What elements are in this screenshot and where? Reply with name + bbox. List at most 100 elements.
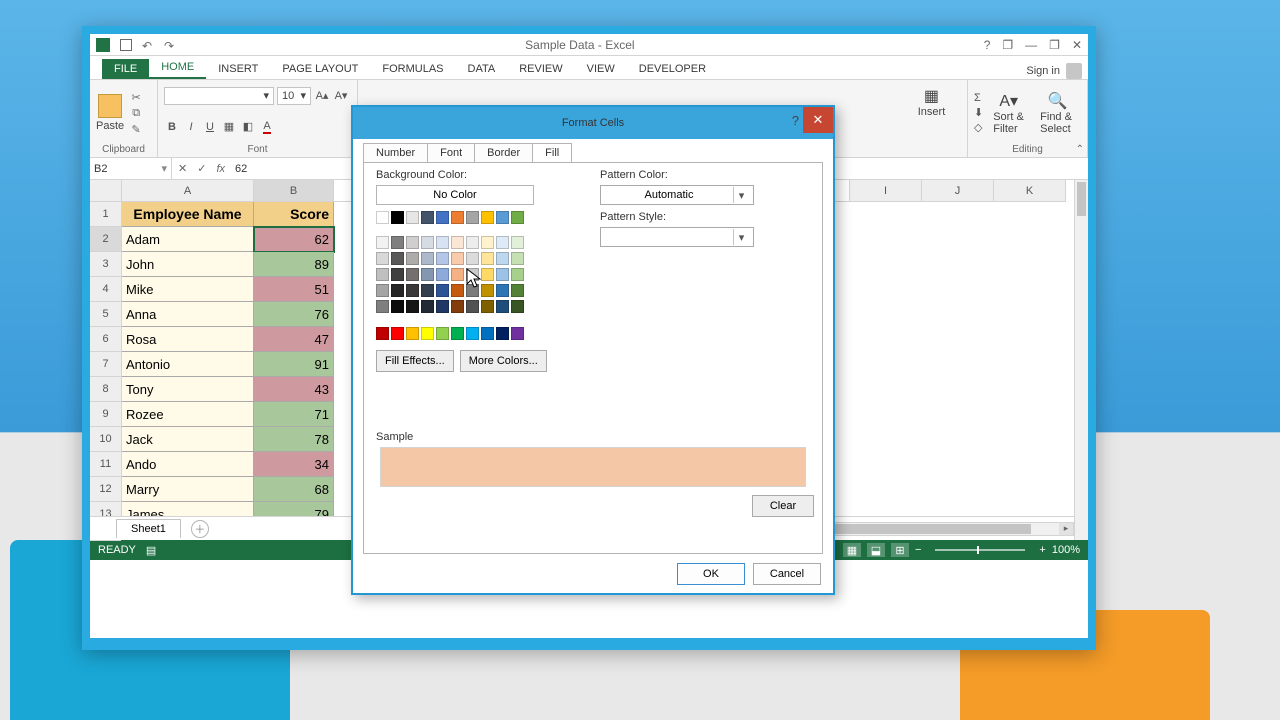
cut-icon[interactable]: ✂	[128, 90, 144, 104]
color-swatch[interactable]	[391, 268, 404, 281]
more-colors-button[interactable]: More Colors...	[460, 350, 547, 372]
color-swatch[interactable]	[406, 268, 419, 281]
cell-name[interactable]: Antonio	[122, 352, 254, 377]
row-header[interactable]: 3	[90, 252, 121, 277]
color-swatch[interactable]	[421, 211, 434, 224]
cell-name[interactable]: Tony	[122, 377, 254, 402]
color-swatch[interactable]	[436, 300, 449, 313]
row-header[interactable]: 7	[90, 352, 121, 377]
color-swatch[interactable]	[466, 327, 479, 340]
color-swatch[interactable]	[466, 268, 479, 281]
cell-score[interactable]: 68	[254, 477, 334, 502]
cell-name[interactable]: Mike	[122, 277, 254, 302]
copy-icon[interactable]: ⧉	[128, 106, 144, 120]
sort-filter-button[interactable]: A▾Sort & Filter	[987, 87, 1030, 139]
sheet-tab[interactable]: Sheet1	[116, 519, 181, 538]
row-header[interactable]: 9	[90, 402, 121, 427]
color-swatch[interactable]	[451, 252, 464, 265]
collapse-ribbon-icon[interactable]: ⌃	[1076, 144, 1084, 155]
border-button[interactable]: ▦	[221, 119, 237, 135]
tab-data[interactable]: DATA	[456, 59, 508, 79]
bold-button[interactable]: B	[164, 119, 180, 135]
fill-color-button[interactable]: ◧	[240, 119, 256, 135]
color-swatch[interactable]	[481, 284, 494, 297]
shrink-font-icon[interactable]: A▾	[333, 88, 349, 104]
color-swatch[interactable]	[481, 268, 494, 281]
pattern-style-combo[interactable]: ▾	[600, 227, 754, 247]
tab-home[interactable]: HOME	[149, 57, 206, 79]
color-swatch[interactable]	[391, 211, 404, 224]
color-swatch[interactable]	[481, 211, 494, 224]
row-header[interactable]: 1	[90, 202, 121, 227]
grow-font-icon[interactable]: A▴	[314, 88, 330, 104]
color-swatch[interactable]	[421, 236, 434, 249]
page-break-view-icon[interactable]: ⊞	[891, 543, 909, 557]
color-swatch[interactable]	[481, 327, 494, 340]
row-header[interactable]: 6	[90, 327, 121, 352]
zoom-in-icon[interactable]: +	[1039, 544, 1045, 556]
color-swatch[interactable]	[511, 300, 524, 313]
row-header[interactable]: 4	[90, 277, 121, 302]
tab-font[interactable]: Font	[427, 143, 475, 162]
scroll-right-icon[interactable]: ▸	[1059, 523, 1073, 535]
normal-view-icon[interactable]: ▦	[843, 543, 861, 557]
cell-score[interactable]: 47	[254, 327, 334, 352]
tab-review[interactable]: REVIEW	[507, 59, 574, 79]
color-swatch[interactable]	[376, 252, 389, 265]
color-swatch[interactable]	[421, 252, 434, 265]
color-swatch[interactable]	[466, 252, 479, 265]
help-icon[interactable]: ?	[984, 38, 991, 52]
color-swatch[interactable]	[376, 236, 389, 249]
header-cell-score[interactable]: Score	[254, 202, 334, 227]
cell-name[interactable]: Ando	[122, 452, 254, 477]
dialog-help-icon[interactable]: ?	[792, 113, 799, 128]
tab-border[interactable]: Border	[474, 143, 533, 162]
color-swatch[interactable]	[391, 284, 404, 297]
paste-button[interactable]: Paste	[96, 94, 124, 132]
no-color-button[interactable]: No Color	[376, 185, 534, 205]
color-swatch[interactable]	[436, 236, 449, 249]
color-swatch[interactable]	[481, 300, 494, 313]
cell-score[interactable]: 62	[254, 227, 334, 252]
color-swatch[interactable]	[496, 327, 509, 340]
tab-fill[interactable]: Fill	[532, 143, 572, 162]
color-swatch[interactable]	[406, 252, 419, 265]
color-swatch[interactable]	[481, 236, 494, 249]
col-header[interactable]: J	[922, 180, 994, 202]
ribbon-options-icon[interactable]: ❐	[1002, 38, 1013, 52]
formula-value[interactable]: 62	[235, 163, 247, 175]
color-swatch[interactable]	[436, 284, 449, 297]
ok-button[interactable]: OK	[677, 563, 745, 585]
color-swatch[interactable]	[496, 211, 509, 224]
row-header[interactable]: 12	[90, 477, 121, 502]
close-button[interactable]: ✕	[1072, 38, 1082, 52]
color-swatch[interactable]	[436, 211, 449, 224]
minimize-button[interactable]: —	[1025, 38, 1037, 52]
row-header[interactable]: 5	[90, 302, 121, 327]
color-swatch[interactable]	[406, 284, 419, 297]
color-swatch[interactable]	[466, 211, 479, 224]
cell-name[interactable]: Anna	[122, 302, 254, 327]
tab-developer[interactable]: DEVELOPER	[627, 59, 718, 79]
color-swatch[interactable]	[511, 211, 524, 224]
zoom-level[interactable]: 100%	[1052, 544, 1080, 556]
name-box[interactable]: B2 ▾	[90, 158, 172, 179]
col-header[interactable]: I	[850, 180, 922, 202]
color-swatch[interactable]	[451, 268, 464, 281]
color-swatch[interactable]	[406, 300, 419, 313]
col-header[interactable]: A	[122, 180, 254, 202]
cell-score[interactable]: 34	[254, 452, 334, 477]
color-swatch[interactable]	[451, 284, 464, 297]
color-swatch[interactable]	[496, 236, 509, 249]
color-swatch[interactable]	[376, 327, 389, 340]
tab-file[interactable]: FILE	[102, 59, 149, 79]
color-swatch[interactable]	[451, 327, 464, 340]
cell-name[interactable]: Marry	[122, 477, 254, 502]
font-name-combo[interactable]: ▾	[164, 87, 274, 105]
fx-icon[interactable]: fx	[216, 163, 225, 175]
clear-button[interactable]: Clear	[752, 495, 814, 517]
tab-formulas[interactable]: FORMULAS	[370, 59, 455, 79]
header-cell-name[interactable]: Employee Name	[122, 202, 254, 227]
font-size-combo[interactable]: 10▾	[277, 87, 311, 105]
underline-button[interactable]: U	[202, 119, 218, 135]
